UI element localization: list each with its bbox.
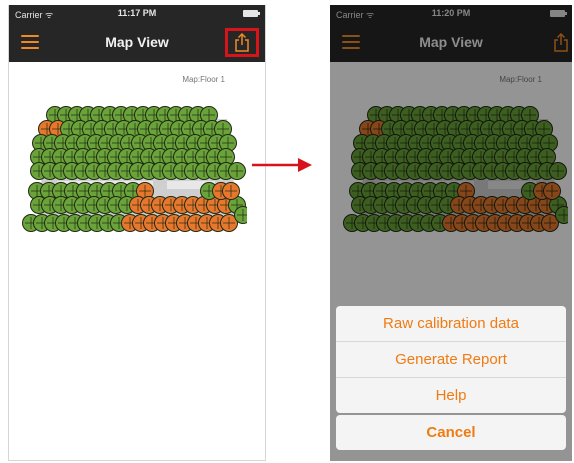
- raw-calibration-data-button[interactable]: Raw calibration data: [336, 306, 566, 342]
- sensor-node-icon: [228, 162, 246, 180]
- action-sheet: Raw calibration data Generate Report Hel…: [336, 306, 566, 413]
- action-sheet-cancel-group: Cancel: [336, 415, 566, 450]
- share-icon: [235, 33, 249, 52]
- left-phone-screen: Carrier ᯤ 11:17 PM Map View Map:Floor 1: [8, 5, 266, 461]
- nav-bar: Map View: [9, 23, 265, 62]
- transition-arrow-icon: [252, 158, 312, 172]
- generate-report-button[interactable]: Generate Report: [336, 342, 566, 378]
- battery-icon: [243, 10, 260, 17]
- map-label: Map:Floor 1: [182, 75, 225, 84]
- status-bar: Carrier ᯤ 11:17 PM: [9, 5, 265, 23]
- help-button[interactable]: Help: [336, 378, 566, 413]
- status-time: 11:17 PM: [117, 8, 157, 18]
- floor-map[interactable]: [17, 95, 247, 255]
- share-button[interactable]: [225, 28, 259, 57]
- sensor-node-icon: [222, 182, 240, 200]
- right-phone-screen: Carrier ᯤ 11:20 PM Map View Map:Floor 1 …: [330, 5, 572, 461]
- sensor-node-icon: [234, 206, 247, 224]
- cancel-button[interactable]: Cancel: [336, 415, 566, 450]
